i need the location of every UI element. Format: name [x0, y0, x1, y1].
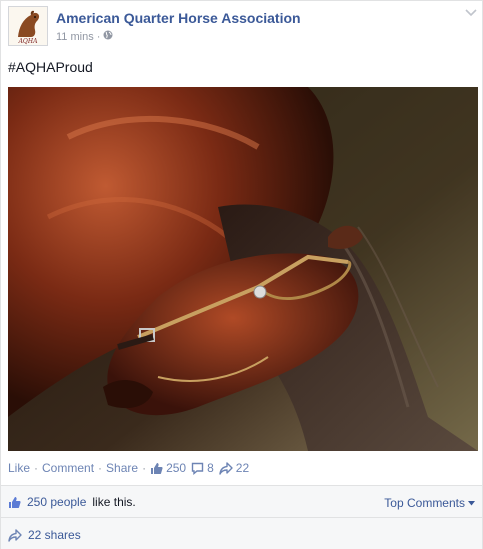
chevron-down-icon[interactable]	[464, 6, 478, 20]
comment-bubble-icon	[191, 462, 204, 475]
shares-summary[interactable]: 22 shares	[8, 528, 81, 542]
thumbs-up-icon	[9, 496, 21, 508]
facebook-post: AQHA American Quarter Horse Association …	[0, 0, 483, 549]
comment-count-value: 8	[207, 461, 214, 475]
post-hashtag[interactable]: #AQHAProud	[8, 59, 93, 75]
top-comments-label: Top Comments	[384, 496, 465, 510]
post-header: AQHA American Quarter Horse Association …	[8, 6, 478, 48]
action-separator: ·	[34, 461, 39, 475]
action-separator: ·	[142, 461, 147, 475]
page-avatar[interactable]: AQHA	[8, 6, 48, 46]
share-arrow-icon	[8, 528, 22, 542]
likes-people-link[interactable]: 250 people	[27, 495, 86, 509]
thumbs-up-icon	[151, 462, 163, 474]
post-timestamp[interactable]: 11 mins	[56, 31, 94, 43]
likes-summary: 250 people like this.	[8, 495, 136, 509]
like-link[interactable]: Like	[8, 461, 30, 475]
globe-icon[interactable]	[103, 30, 113, 43]
like-count[interactable]: 250	[150, 461, 186, 475]
post-meta: 11 mins ·	[56, 30, 113, 43]
caret-down-icon	[468, 500, 475, 505]
top-comments-dropdown[interactable]: Top Comments	[384, 496, 475, 510]
share-link[interactable]: Share	[106, 461, 138, 475]
post-actions: Like · Comment · Share · 250 8 22	[8, 460, 254, 476]
share-count[interactable]: 22	[219, 461, 249, 475]
likes-row: 250 people like this. Top Comments	[1, 486, 482, 518]
share-count-value: 22	[235, 461, 250, 475]
page-name[interactable]: American Quarter Horse Association	[56, 10, 301, 26]
shares-count-link: 22 shares	[28, 528, 81, 542]
shares-row: 22 shares	[1, 519, 482, 549]
horse-photo[interactable]	[8, 87, 478, 451]
ufi-feedback: 250 people like this. Top Comments 22 sh…	[1, 485, 482, 549]
likes-suffix: like this.	[92, 495, 136, 509]
meta-separator: ·	[96, 30, 101, 43]
like-count-value: 250	[166, 461, 187, 475]
share-arrow-icon	[219, 461, 233, 475]
action-separator: ·	[98, 461, 103, 475]
comment-count[interactable]: 8	[191, 461, 214, 475]
comment-link[interactable]: Comment	[42, 461, 94, 475]
avatar-logo-text: AQHA	[18, 38, 38, 45]
